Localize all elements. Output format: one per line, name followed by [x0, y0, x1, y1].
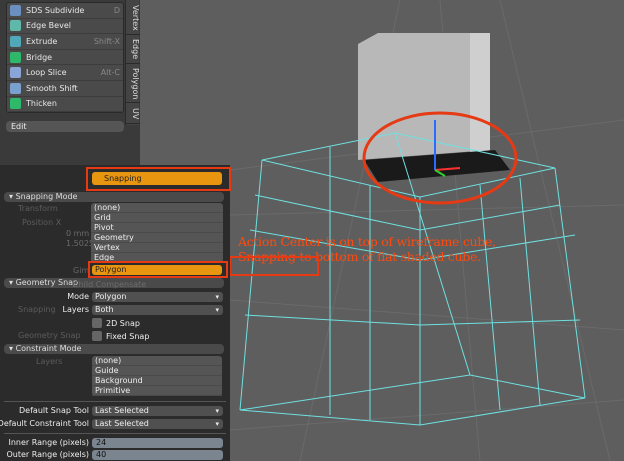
default-constraint-tool-select[interactable]: Last Selected	[92, 419, 223, 429]
snapping-mode-list: (none) Grid Pivot Geometry Vertex Edge	[91, 203, 223, 263]
edit-dropdown[interactable]: Edit	[6, 121, 124, 132]
bridge-icon	[10, 51, 21, 63]
thicken-icon	[10, 98, 21, 110]
ghost-gimbal: Gim	[73, 266, 90, 275]
tool-label: Smooth Shift	[26, 83, 78, 93]
tool-label: Extrude	[26, 36, 58, 46]
mode-option-geometry[interactable]: Geometry	[91, 233, 223, 243]
section-snapping-mode[interactable]: ▾ Snapping Mode	[4, 192, 224, 202]
loop-slice-icon	[10, 67, 21, 79]
mode-option-vertex[interactable]: Vertex	[91, 243, 223, 253]
inner-range-label: Inner Range (pixels)	[8, 438, 90, 447]
sds-subdivide-icon	[10, 4, 21, 16]
section-title: Geometry Snap	[15, 278, 79, 287]
section-title: Snapping Mode	[15, 192, 78, 201]
highlight-box-polygon	[88, 261, 228, 278]
divider	[4, 433, 226, 434]
snapping-panel: Snapping ▾ Snapping Mode Transform Posit…	[0, 165, 231, 461]
section-title: Constraint Mode	[15, 344, 82, 353]
fixed-snap-label: Fixed Snap	[106, 332, 150, 341]
tool-extrude[interactable]: Extrude Shift-X	[7, 34, 123, 50]
ghost-layers: Layers	[36, 357, 63, 366]
tool-bridge[interactable]: Bridge	[7, 50, 123, 66]
constraint-option-none[interactable]: (none)	[92, 356, 222, 366]
ghost-z-value: 1.5025	[66, 239, 94, 248]
outer-range-input[interactable]: 40	[92, 450, 223, 460]
layers-select[interactable]: Both	[92, 305, 223, 315]
default-snap-tool-select[interactable]: Last Selected	[92, 406, 223, 416]
tool-thicken[interactable]: Thicken	[7, 97, 123, 113]
outer-range-label: Outer Range (pixels)	[6, 450, 90, 459]
annotation-line-1: Action Center is on top of wireframe cub…	[238, 234, 496, 249]
mode-label: Mode	[67, 292, 89, 301]
tool-shortcut: Shift-X	[93, 36, 120, 46]
mode-option-none[interactable]: (none)	[91, 203, 223, 213]
tab-uv[interactable]: UV	[126, 104, 140, 124]
tool-label: Bridge	[26, 52, 53, 62]
tool-list: SDS Subdivide D Edge Bevel Extrude Shift-X…	[6, 2, 124, 114]
tool-panel: SDS Subdivide D Edge Bevel Extrude Shift-X…	[0, 0, 140, 165]
tool-smooth-shift[interactable]: Smooth Shift	[7, 81, 123, 97]
tool-sds-subdivide[interactable]: SDS Subdivide D	[7, 3, 123, 19]
edge-bevel-icon	[10, 20, 21, 32]
mode-select[interactable]: Polygon	[92, 292, 223, 302]
tool-loop-slice[interactable]: Loop Slice Alt-C	[7, 65, 123, 81]
tab-polygon[interactable]: Polygon	[126, 65, 140, 103]
2d-snap-checkbox[interactable]	[92, 318, 102, 328]
tab-edge[interactable]: Edge	[126, 36, 140, 64]
smooth-shift-icon	[10, 82, 21, 94]
fixed-snap-checkbox[interactable]	[92, 331, 102, 341]
ghost-transform: Transform	[18, 204, 58, 213]
ghost-child-compensate: Child Compensate	[73, 280, 147, 289]
tool-shortcut: Alt-C	[100, 68, 120, 78]
vertical-tabs: Vertex Edge Polygon UV	[125, 0, 140, 125]
extrude-icon	[10, 35, 21, 47]
layers-label: Layers	[62, 305, 89, 314]
constraint-option-guide[interactable]: Guide	[92, 366, 222, 376]
tool-label: Thicken	[26, 99, 57, 109]
ghost-x-value: 0 mm	[66, 229, 90, 238]
constraint-mode-list: (none) Guide Background Primitive	[92, 356, 222, 396]
mode-option-grid[interactable]: Grid	[91, 213, 223, 223]
inner-range-input[interactable]: 24	[92, 438, 223, 448]
highlight-box-snapping	[86, 167, 231, 191]
mode-option-pivot[interactable]: Pivot	[91, 223, 223, 233]
tool-label: Loop Slice	[26, 68, 67, 78]
default-constraint-tool-label: Default Constraint Tool	[0, 419, 89, 428]
tool-label: SDS Subdivide	[26, 5, 85, 15]
divider	[4, 401, 226, 402]
constraint-option-primitive[interactable]: Primitive	[92, 386, 222, 396]
ghost-position-x: Position X	[22, 218, 62, 227]
tool-shortcut: D	[113, 5, 120, 15]
tab-vertex[interactable]: Vertex	[126, 2, 140, 35]
ghost-geometry-snap: Geometry Snap	[18, 331, 81, 340]
constraint-option-background[interactable]: Background	[92, 376, 222, 386]
section-constraint-mode[interactable]: ▾ Constraint Mode	[4, 344, 224, 354]
default-snap-tool-label: Default Snap Tool	[19, 406, 89, 415]
highlight-box-annotation	[229, 256, 319, 276]
tool-edge-bevel[interactable]: Edge Bevel	[7, 19, 123, 35]
2d-snap-label: 2D Snap	[106, 319, 140, 328]
tool-label: Edge Bevel	[26, 21, 71, 31]
